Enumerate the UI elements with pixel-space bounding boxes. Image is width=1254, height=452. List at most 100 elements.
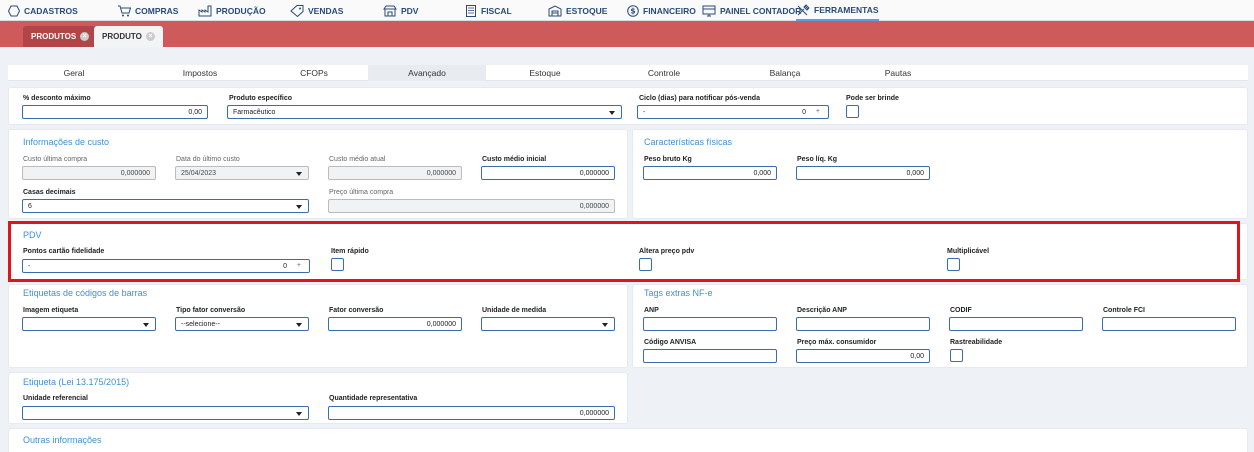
preco-ultima-label: Preço última compra [329,189,394,196]
medio-atual-input: 0,000000 [328,166,462,180]
casas-value: 6 [28,202,32,210]
peso-bruto-label: Peso bruto Kg [644,156,692,163]
desc-anp-input[interactable] [796,317,930,331]
fator-input[interactable]: 0,000000 [328,317,462,331]
menu-label: COMPRAS [135,5,179,16]
fci-input[interactable] [1102,317,1236,331]
chevron-down-icon [296,205,302,209]
chevron-down-icon [296,323,302,327]
menu-label: ESTOQUE [566,5,608,16]
tipo-fator-value: --selecione-- [181,320,220,328]
menu-financeiro[interactable]: $ FINANCEIRO [627,0,696,21]
close-icon[interactable]: × [80,32,90,41]
close-icon[interactable]: × [145,32,155,41]
fator-label: Fator conversão [329,307,384,314]
unidade-ref-select[interactable] [22,406,309,420]
medio-inicial-label: Custo médio inicial [482,156,547,163]
brinde-checkbox[interactable] [846,105,859,118]
tab-avancado[interactable]: Avançado [368,65,486,81]
fci-label: Controle FCI [1103,307,1145,314]
chevron-down-icon [296,412,302,416]
ultima-compra-label: Custo última compra [23,156,88,163]
tab-impostos[interactable]: Impostos [140,65,260,81]
quantidade-value: 0,000000 [579,409,609,417]
brinde-label: Pode ser brinde [846,95,899,102]
rastreabilidade-checkbox[interactable] [950,349,963,362]
tab-geral[interactable]: Geral [8,65,140,81]
medio-inicial-value: 0,000000 [579,169,609,177]
anvisa-label: Código ANVISA [644,339,697,346]
tools-icon [796,3,810,16]
hexagon-icon [8,5,20,17]
preco-max-value: 0,00 [910,352,924,360]
ciclo-spin[interactable]: + [816,108,820,115]
ultima-compra-value: 0,000000 [120,169,150,177]
tab-produto[interactable]: PRODUTO × [94,26,163,47]
tab-label: PRODUTOS [31,32,77,41]
menu-label: FISCAL [481,5,512,16]
codif-label: CODIF [950,307,972,314]
peso-liq-input[interactable]: 0,000 [796,166,930,180]
data-custo-label: Data do último custo [176,156,240,163]
menu-ferramentas[interactable]: FERRAMENTAS [796,0,879,21]
rastreabilidade-label: Rastreabilidade [950,339,1003,346]
anvisa-input[interactable] [643,349,777,363]
panel-icon [702,5,716,17]
menu-cadastros[interactable]: CADASTROS [8,0,78,21]
peso-liq-label: Peso líq. Kg [797,156,838,163]
anp-input[interactable] [643,317,777,331]
tab-produtos[interactable]: PRODUTOS × [23,26,98,47]
tab-estoque[interactable]: Estoque [486,65,604,81]
chevron-down-icon [602,323,608,327]
fisicas-title: Características físicas [644,137,733,147]
dollar-icon: $ [627,4,639,17]
menu-vendas[interactable]: VENDAS [290,0,343,21]
tab-controle[interactable]: Controle [604,65,724,81]
peso-bruto-value: 0,000 [753,169,771,177]
menu-label: CADASTROS [24,5,78,16]
unidade-medida-label: Unidade de medida [482,307,547,314]
tags-panel: Tags extras NF-e ANP Descrição ANP CODIF… [632,284,1248,368]
custo-title: Informações de custo [23,137,110,147]
menu-painel-contador[interactable]: PAINEL CONTADOR [702,0,801,21]
etiquetas-panel: Etiquetas de códigos de barras Imagem et… [8,284,628,368]
medio-atual-value: 0,000000 [426,169,456,177]
casas-select[interactable]: 6 [22,199,309,213]
tab-balanca[interactable]: Balança [724,65,846,81]
chevron-down-icon [143,323,149,327]
ciclo-label: Ciclo (dias) para notificar pós-venda [639,95,760,102]
menu-compras[interactable]: COMPRAS [117,0,178,21]
unidade-medida-select[interactable] [481,317,615,331]
medio-inicial-input[interactable]: 0,000000 [481,166,615,180]
desconto-input[interactable]: 0,00 [22,105,208,119]
medio-atual-label: Custo médio atual [329,156,386,163]
desc-anp-label: Descrição ANP [797,307,847,314]
ciclo-value: 0 [802,109,806,116]
data-custo-input: 25/04/2023 [175,166,309,180]
tipo-fator-select[interactable]: --selecione-- [175,317,309,331]
produto-especifico-select[interactable]: Farmacêutico [227,105,622,119]
store-icon [383,5,397,17]
preco-max-input[interactable]: 0,00 [796,349,930,363]
menu-fiscal[interactable]: FISCAL [465,0,512,21]
peso-bruto-input[interactable]: 0,000 [643,166,777,180]
menu-producao[interactable]: PRODUÇÃO [198,0,266,21]
menu-label: PRODUÇÃO [216,5,266,16]
codif-input[interactable] [949,317,1083,331]
menu-pdv[interactable]: PDV [383,0,418,21]
desconto-label: % desconto máximo [23,95,91,102]
menu-label: FERRAMENTAS [814,4,879,15]
fator-value: 0,000000 [426,320,456,328]
general-panel: % desconto máximo 0,00 Produto específic… [8,87,1248,125]
quantidade-input[interactable]: 0,000000 [328,406,615,420]
tab-cfops[interactable]: CFOPs [260,65,368,81]
imagem-select[interactable] [22,317,156,331]
menu-estoque[interactable]: ESTOQUE [548,0,607,21]
outras-title: Outras informações [23,435,102,445]
tab-pautas[interactable]: Pautas [846,65,950,81]
anp-label: ANP [644,307,659,314]
ciclo-stepper[interactable]: - 0 + [637,105,829,119]
chevron-down-icon [609,111,615,115]
factory-icon [198,5,212,17]
warehouse-icon [548,4,562,17]
